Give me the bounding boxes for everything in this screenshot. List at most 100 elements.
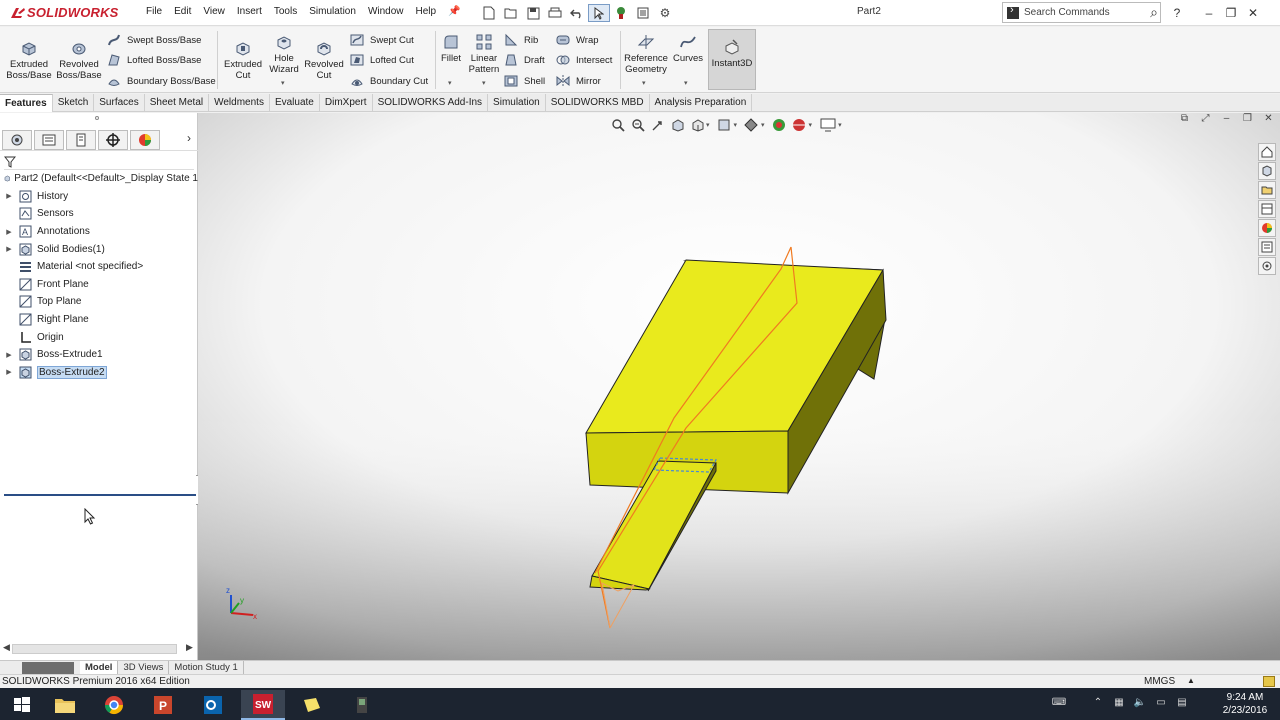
- tree-item-material[interactable]: ▶ Material <not specified>: [0, 258, 198, 276]
- units-dropdown-icon[interactable]: ▲: [1187, 676, 1195, 685]
- previous-view-icon[interactable]: [648, 116, 668, 134]
- units-selector[interactable]: MMGS: [1144, 676, 1175, 687]
- edit-appearance-icon[interactable]: [769, 116, 789, 134]
- restore-icon[interactable]: ❐: [1222, 4, 1240, 22]
- dynamic-annotation-icon[interactable]: [688, 116, 708, 134]
- menu-insert[interactable]: Insert: [231, 6, 268, 20]
- rollback-bar[interactable]: [4, 494, 196, 496]
- tab-sketch[interactable]: Sketch: [53, 94, 95, 112]
- file-properties-icon[interactable]: [632, 4, 654, 22]
- file-explorer-taskbar-icon[interactable]: [43, 690, 87, 720]
- solidworks-taskbar-icon[interactable]: SW: [241, 690, 285, 720]
- options-gear-icon[interactable]: ⚙: [654, 4, 676, 22]
- lofted-boss-button[interactable]: Lofted Boss/Base: [107, 51, 201, 69]
- expand-arrow-icon[interactable]: ▶: [5, 351, 13, 359]
- tab-analysis-preparation[interactable]: Analysis Preparation: [650, 94, 753, 112]
- intersect-button[interactable]: Intersect: [556, 51, 612, 69]
- new-document-icon[interactable]: [478, 4, 500, 22]
- minimize-icon[interactable]: –: [1200, 4, 1218, 22]
- view-palette-icon[interactable]: [1258, 200, 1276, 218]
- view-settings-icon[interactable]: [818, 116, 838, 134]
- select-pointer-icon[interactable]: [588, 4, 610, 22]
- horizontal-scrollbar[interactable]: [12, 644, 177, 654]
- extruded-boss-button[interactable]: Extruded Boss/Base: [6, 39, 52, 81]
- curves-dropdown[interactable]: ▾: [684, 79, 688, 87]
- show-hidden-icons-icon[interactable]: ⌃: [1089, 697, 1107, 711]
- tab-scroll-controls[interactable]: [22, 662, 74, 674]
- reference-geometry-dropdown[interactable]: ▾: [642, 79, 646, 87]
- property-manager-tab-icon[interactable]: [34, 129, 64, 150]
- hide-show-dropdown[interactable]: ▾: [761, 121, 765, 129]
- scroll-right-icon[interactable]: ▶: [186, 642, 193, 653]
- tab-3d-views[interactable]: 3D Views: [118, 661, 170, 674]
- instant3d-button[interactable]: Instant3D: [708, 29, 756, 90]
- tree-item-boss-extrude1[interactable]: ▶ Boss-Extrude1: [0, 346, 198, 364]
- display-manager-tab-icon[interactable]: [130, 129, 160, 150]
- notes-taskbar-icon[interactable]: [290, 690, 334, 720]
- doc-close-icon[interactable]: ✕: [1258, 113, 1279, 127]
- hole-wizard-dropdown[interactable]: ▾: [281, 79, 285, 87]
- boundary-boss-button[interactable]: Boundary Boss/Base: [107, 72, 216, 90]
- tree-item-annotations[interactable]: ▶ A Annotations: [0, 223, 198, 241]
- action-center-icon[interactable]: ▤: [1173, 697, 1191, 711]
- battery-icon[interactable]: ▭: [1152, 697, 1170, 711]
- powerpoint-taskbar-icon[interactable]: P: [141, 690, 185, 720]
- design-library-icon[interactable]: [1258, 162, 1276, 180]
- curves-button[interactable]: Curves: [672, 33, 704, 64]
- search-icon[interactable]: ⌕: [1150, 4, 1158, 21]
- tab-dimxpert[interactable]: DimXpert: [320, 94, 373, 112]
- tab-surfaces[interactable]: Surfaces: [94, 94, 145, 112]
- network-icon[interactable]: ▦: [1110, 697, 1128, 711]
- swept-boss-button[interactable]: Swept Boss/Base: [107, 31, 201, 49]
- solidworks-forum-icon[interactable]: [1258, 257, 1276, 275]
- tree-item-sensors[interactable]: ▶ Sensors: [0, 205, 198, 223]
- view-settings-dropdown[interactable]: ▾: [838, 121, 842, 129]
- file-explorer-icon[interactable]: [1258, 181, 1276, 199]
- draft-button[interactable]: Draft: [504, 51, 545, 69]
- dimxpert-manager-tab-icon[interactable]: [98, 129, 128, 150]
- search-input[interactable]: Search Commands: [1024, 7, 1150, 18]
- menu-window[interactable]: Window: [362, 6, 410, 20]
- menu-simulation[interactable]: Simulation: [303, 6, 362, 20]
- print-icon[interactable]: [544, 4, 566, 22]
- revolved-boss-button[interactable]: Revolved Boss/Base: [56, 39, 102, 81]
- tab-mbd[interactable]: SOLIDWORKS MBD: [546, 94, 650, 112]
- solidworks-resources-icon[interactable]: [1258, 143, 1276, 161]
- tab-evaluate[interactable]: Evaluate: [270, 94, 320, 112]
- menu-view[interactable]: View: [197, 6, 231, 20]
- scene-dropdown[interactable]: ▾: [809, 121, 813, 129]
- windows-start-icon[interactable]: [0, 690, 44, 720]
- revolved-cut-button[interactable]: Revolved Cut: [304, 39, 344, 81]
- search-commands-box[interactable]: Search Commands ⌕: [1002, 2, 1161, 23]
- tab-motion-study[interactable]: Motion Study 1: [169, 661, 244, 674]
- mirror-button[interactable]: Mirror: [556, 72, 601, 90]
- tree-item-solid-bodies[interactable]: ▶ Solid Bodies(1): [0, 240, 198, 258]
- expand-window-icon[interactable]: ⤢: [1195, 113, 1216, 127]
- feature-manager-tab-icon[interactable]: [2, 129, 32, 150]
- fillet-dropdown[interactable]: ▾: [448, 79, 452, 87]
- save-icon[interactable]: [522, 4, 544, 22]
- menu-tools[interactable]: Tools: [268, 6, 303, 20]
- tree-item-origin[interactable]: ▶ Origin: [0, 328, 198, 346]
- rebuild-icon[interactable]: [610, 4, 632, 22]
- menu-file[interactable]: File: [140, 6, 168, 20]
- scroll-left-icon[interactable]: ◀: [3, 642, 10, 653]
- expand-arrow-icon[interactable]: ▶: [5, 192, 13, 200]
- section-view-icon[interactable]: [668, 116, 688, 134]
- tree-item-right-plane[interactable]: ▶ Right Plane: [0, 311, 198, 329]
- tree-item-top-plane[interactable]: ▶ Top Plane: [0, 293, 198, 311]
- display-style-dropdown[interactable]: ▾: [734, 121, 738, 129]
- panel-splitter-handle[interactable]: [95, 116, 99, 120]
- undo-icon[interactable]: [566, 4, 588, 22]
- expand-arrow-icon[interactable]: ▶: [5, 245, 13, 253]
- doc-minimize-icon[interactable]: –: [1216, 113, 1237, 127]
- linear-pattern-button[interactable]: Linear Pattern: [466, 33, 502, 75]
- display-style-icon[interactable]: [741, 116, 761, 134]
- wrap-button[interactable]: Wrap: [556, 31, 599, 49]
- expand-arrow-icon[interactable]: ▶: [5, 228, 13, 236]
- fillet-button[interactable]: Fillet: [438, 33, 464, 64]
- tree-filter[interactable]: [3, 154, 194, 170]
- tab-add-ins[interactable]: SOLIDWORKS Add-Ins: [373, 94, 489, 112]
- zoom-to-fit-icon[interactable]: [608, 116, 628, 134]
- tree-root-part[interactable]: Part2 (Default<<Default>_Display State 1: [0, 170, 198, 188]
